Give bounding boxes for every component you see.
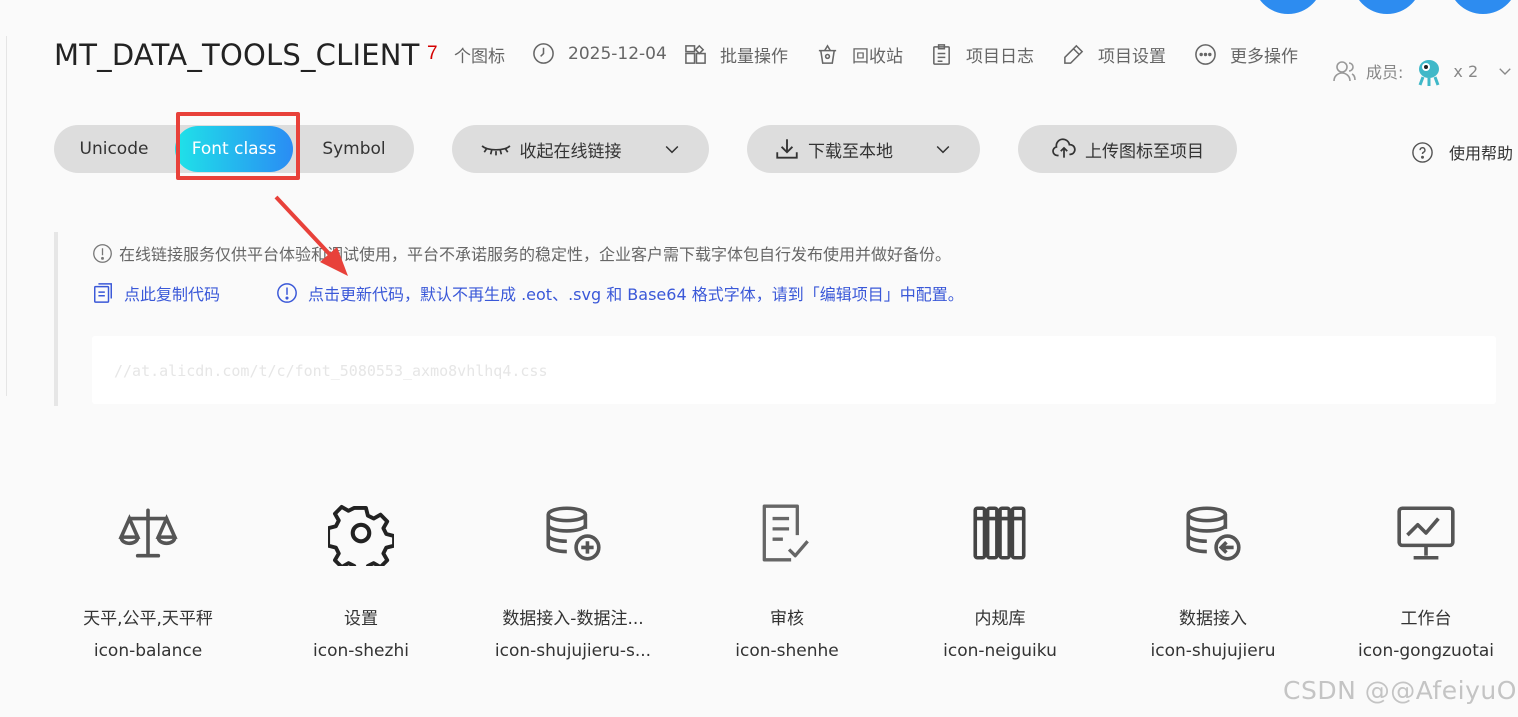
cloud-upload-icon	[1052, 138, 1076, 158]
avatar	[1419, 60, 1440, 86]
top-action-button-1[interactable]	[1253, 0, 1323, 14]
upload-icon-button[interactable]: 上传图标至项目	[1018, 125, 1237, 173]
icon-count-label: 个图标	[454, 47, 505, 67]
library-icon	[973, 506, 1026, 560]
clipboard-icon	[933, 44, 950, 65]
recycle-bin-button[interactable]: 回收站	[816, 42, 903, 67]
tab-unicode[interactable]: Unicode	[54, 125, 174, 173]
question-icon	[1412, 141, 1433, 163]
members-section[interactable]: 成员: x 2	[1332, 55, 1514, 87]
gear-icon	[328, 504, 394, 566]
help-link[interactable]: 使用帮助	[1411, 140, 1513, 164]
document-check-icon	[762, 504, 809, 562]
clock-icon	[533, 43, 554, 64]
icon-card-shujujieru-s[interactable]: 数据接入-数据注... icon-shujujieru-s...	[473, 500, 673, 661]
project-log-button[interactable]: 项目日志	[930, 42, 1034, 67]
annotation-highlight-box	[176, 112, 300, 180]
icon-card-shujujieru[interactable]: 数据接入 icon-shujujieru	[1113, 500, 1313, 661]
pencil-icon	[1064, 44, 1084, 64]
notice-warning: 在线链接服务仅供平台体验和调试使用，平台不承诺服务的稳定性，企业客户需下载字体包…	[92, 241, 951, 265]
user-icon	[1333, 61, 1356, 82]
watermark: CSDN @@AfeiyuO	[1283, 676, 1517, 705]
code-url-box[interactable]: //at.alicdn.com/t/c/font_5080553_axmo8vh…	[92, 336, 1496, 404]
icon-count: 7	[427, 43, 438, 64]
project-settings-button[interactable]: 项目设置	[1062, 42, 1166, 67]
icon-card-gongzuotai[interactable]: 工作台 icon-gongzuotai	[1326, 500, 1518, 661]
collapse-online-link-button[interactable]: 收起在线链接	[452, 125, 709, 173]
database-add-icon	[546, 506, 601, 561]
database-import-icon	[1186, 506, 1241, 561]
copy-document-icon	[94, 283, 112, 303]
tab-symbol[interactable]: Symbol	[294, 125, 414, 173]
icon-card-balance[interactable]: 天平,公平,天平秤 icon-balance	[48, 500, 248, 661]
trash-icon	[818, 44, 837, 64]
grid-icon	[685, 44, 706, 64]
top-action-button-2[interactable]	[1352, 0, 1422, 14]
info-icon	[277, 283, 297, 303]
batch-operation-button[interactable]: 批量操作	[684, 42, 788, 67]
chevron-down-icon	[665, 145, 678, 154]
icon-card-neiguiku[interactable]: 内规库 icon-neiguiku	[900, 500, 1100, 661]
date-info: 2025-12-04	[532, 42, 667, 65]
left-border-line	[6, 36, 7, 396]
top-action-button-3[interactable]	[1448, 0, 1518, 14]
chevron-down-icon	[936, 145, 950, 154]
balance-icon	[118, 508, 178, 558]
icon-card-shezhi[interactable]: 设置 icon-shezhi	[261, 500, 461, 661]
online-link-panel: 在线链接服务仅供平台体验和调试使用，平台不承诺服务的稳定性，企业客户需下载字体包…	[54, 232, 1496, 406]
copy-code-link[interactable]: 点此复制代码	[92, 281, 220, 305]
project-title: MT_DATA_TOOLS_CLIENT	[54, 38, 420, 72]
more-operations-button[interactable]: 更多操作	[1194, 42, 1298, 67]
more-icon	[1195, 44, 1216, 65]
closed-eye-icon	[480, 145, 511, 156]
code-url-text: //at.alicdn.com/t/c/font_5080553_axmo8vh…	[114, 362, 548, 380]
icon-card-shenhe[interactable]: 审核 icon-shenhe	[687, 500, 887, 661]
warning-icon	[93, 243, 112, 263]
chevron-down-icon	[1499, 68, 1511, 75]
download-icon	[776, 139, 798, 159]
update-code-link[interactable]: 点击更新代码，默认不再生成 .eot、.svg 和 Base64 格式字体，请到…	[276, 281, 964, 305]
download-local-button[interactable]: 下载至本地	[747, 125, 980, 173]
monitor-chart-icon	[1397, 506, 1455, 560]
